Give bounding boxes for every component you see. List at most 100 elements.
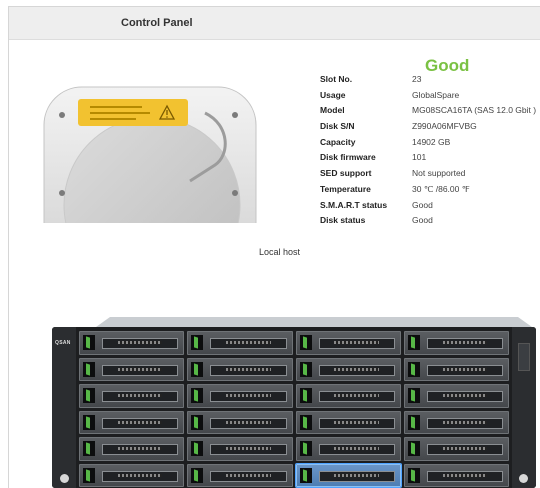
info-label: Capacity: [320, 136, 356, 147]
drive-bay[interactable]: [403, 331, 509, 355]
drive-vent-icon: [426, 391, 503, 402]
drive-latch-icon: [407, 467, 420, 483]
drive-bay[interactable]: [187, 410, 293, 434]
drive-vent-icon: [426, 470, 503, 482]
drive-bay-grid: [79, 331, 509, 487]
disk-info-table: Slot No. 23 Usage GlobalSpare Model MG08SCA…: [320, 71, 540, 228]
info-row-firmware: Disk firmware 101: [320, 149, 540, 165]
info-value: 14902 GB: [412, 136, 451, 147]
info-label: Temperature: [320, 183, 371, 194]
drive-bay[interactable]: [403, 463, 509, 487]
drive-bay[interactable]: [403, 437, 509, 461]
drive-bay[interactable]: [79, 463, 185, 487]
drive-vent-icon: [318, 470, 395, 482]
enclosure-top-lid: [96, 317, 532, 327]
drive-bay[interactable]: [187, 357, 293, 381]
host-label: Local host: [259, 247, 301, 257]
drive-vent-icon: [210, 364, 287, 376]
drive-bay[interactable]: [403, 384, 509, 408]
info-row-slot: Slot No. 23: [320, 71, 540, 87]
drive-vent-icon: [102, 338, 179, 349]
drive-latch-icon: [299, 335, 312, 350]
drive-latch-icon: [83, 467, 95, 483]
drive-latch-icon: [191, 361, 204, 377]
drive-vent-icon: [102, 470, 179, 482]
drive-latch-icon: [191, 335, 204, 350]
drive-bay[interactable]: [295, 410, 401, 434]
drive-bay[interactable]: [187, 331, 293, 355]
hard-disk-icon: [40, 85, 260, 223]
drive-latch-icon: [299, 441, 312, 456]
drive-latch-icon: [83, 335, 95, 350]
drive-vent-icon: [102, 444, 179, 455]
drive-bay[interactable]: [79, 357, 185, 381]
drive-vent-icon: [318, 391, 395, 402]
info-value: Good: [412, 215, 433, 226]
info-row-usage: Usage GlobalSpare: [320, 87, 540, 103]
left-rack-ear: QSAN: [52, 327, 76, 488]
drive-vent-icon: [102, 391, 179, 402]
brand-logo: QSAN: [55, 340, 71, 346]
info-value: 23: [412, 74, 422, 84]
drive-bay[interactable]: [295, 384, 401, 408]
drive-vent-icon: [210, 417, 287, 429]
drive-bay[interactable]: [295, 437, 401, 461]
drive-vent-icon: [426, 417, 503, 429]
info-label: Disk status: [320, 215, 366, 226]
info-value: Not supported: [412, 168, 466, 179]
info-row-smart: S.M.A.R.T status Good: [320, 197, 540, 213]
info-row-disk-status: Disk status Good: [320, 212, 540, 228]
drive-bay[interactable]: [79, 331, 185, 355]
drive-latch-icon: [191, 441, 204, 456]
info-row-model: Model MG08SCA16TA (SAS 12.0 Gbit ): [320, 102, 540, 118]
info-value: Z990A06MFVBG: [412, 121, 477, 132]
info-row-serial: Disk S/N Z990A06MFVBG: [320, 118, 540, 134]
drive-latch-icon: [83, 441, 95, 456]
info-label: Slot No.: [320, 74, 353, 84]
drive-bay[interactable]: [187, 463, 293, 487]
drive-bay[interactable]: [295, 331, 401, 355]
drive-vent-icon: [102, 364, 179, 376]
drive-vent-icon: [210, 470, 287, 482]
drive-bay[interactable]: [295, 463, 401, 487]
drive-bay[interactable]: [403, 410, 509, 434]
info-label: Disk S/N: [320, 121, 355, 132]
right-thumbscrew-icon: [519, 474, 528, 483]
drive-bay[interactable]: [295, 357, 401, 381]
info-label: SED support: [320, 168, 372, 179]
drive-vent-icon: [318, 338, 395, 349]
drive-vent-icon: [426, 364, 503, 376]
info-label: Disk firmware: [320, 152, 376, 163]
drive-latch-icon: [407, 414, 420, 430]
drive-vent-icon: [210, 391, 287, 402]
drive-bay[interactable]: [187, 437, 293, 461]
drive-latch-icon: [191, 414, 204, 430]
info-value: Good: [412, 199, 433, 210]
info-value: 101: [412, 152, 427, 163]
info-row-capacity: Capacity 14902 GB: [320, 134, 540, 150]
title-bar: Control Panel: [9, 7, 540, 40]
drive-latch-icon: [83, 361, 95, 377]
info-value: MG08SCA16TA (SAS 12.0 Gbit ): [412, 105, 537, 116]
drive-latch-icon: [83, 414, 95, 430]
drive-vent-icon: [318, 364, 395, 376]
left-thumbscrew-icon: [60, 474, 69, 483]
drive-bay[interactable]: [403, 357, 509, 381]
drive-latch-icon: [407, 388, 420, 403]
info-value: 30 ℃ /86.00 ℉: [412, 183, 470, 194]
control-panel-window: Control Panel Good Slot No. 23 Usage Glo…: [8, 6, 540, 488]
drive-latch-icon: [407, 441, 420, 456]
drive-latch-icon: [299, 361, 312, 377]
drive-latch-icon: [407, 361, 420, 377]
control-panel-leds: [518, 343, 530, 371]
drive-bay[interactable]: [187, 384, 293, 408]
drive-vent-icon: [210, 444, 287, 455]
drive-vent-icon: [318, 417, 395, 429]
drive-bay[interactable]: [79, 437, 185, 461]
info-label: S.M.A.R.T status: [320, 199, 388, 210]
info-row-sed: SED support Not supported: [320, 165, 540, 181]
drive-bay[interactable]: [79, 410, 185, 434]
drive-bay[interactable]: [79, 384, 185, 408]
info-row-temperature: Temperature 30 ℃ /86.00 ℉: [320, 181, 540, 197]
drive-latch-icon: [407, 335, 420, 350]
